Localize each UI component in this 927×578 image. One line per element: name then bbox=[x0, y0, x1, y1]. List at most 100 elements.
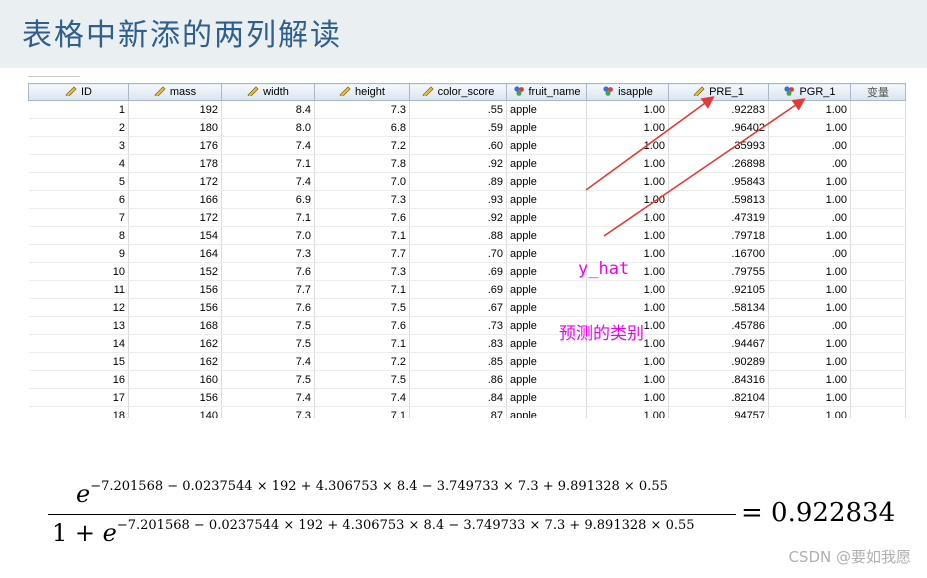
table-cell[interactable] bbox=[850, 118, 906, 137]
table-cell[interactable]: 7.5 bbox=[221, 316, 315, 335]
table-cell[interactable]: .73 bbox=[409, 316, 507, 335]
table-cell[interactable]: .60 bbox=[409, 136, 507, 155]
table-cell[interactable]: apple bbox=[506, 280, 587, 299]
table-cell[interactable] bbox=[850, 244, 906, 263]
table-cell[interactable]: 7.5 bbox=[314, 298, 410, 317]
table-cell[interactable]: apple bbox=[506, 208, 587, 227]
table-cell[interactable]: .94467 bbox=[668, 334, 769, 353]
table-cell[interactable]: 7.1 bbox=[221, 154, 315, 173]
table-cell[interactable]: 1.00 bbox=[768, 334, 851, 353]
table-cell[interactable]: 7.3 bbox=[314, 262, 410, 281]
table-cell[interactable]: 7.1 bbox=[221, 208, 315, 227]
table-cell[interactable]: .92 bbox=[409, 208, 507, 227]
table-cell[interactable]: 6.9 bbox=[221, 190, 315, 209]
table-cell[interactable]: 1.00 bbox=[768, 280, 851, 299]
table-cell[interactable]: 7.3 bbox=[314, 100, 410, 119]
table-cell[interactable] bbox=[850, 154, 906, 173]
table-cell[interactable]: 4 bbox=[28, 154, 129, 173]
table-cell[interactable]: .92283 bbox=[668, 100, 769, 119]
table-cell[interactable]: .45786 bbox=[668, 316, 769, 335]
table-cell[interactable] bbox=[850, 208, 906, 227]
table-cell[interactable]: 7.6 bbox=[314, 316, 410, 335]
table-cell[interactable]: .00 bbox=[768, 316, 851, 335]
table-cell[interactable]: 162 bbox=[128, 352, 222, 371]
table-cell[interactable]: 7.3 bbox=[221, 406, 315, 418]
table-cell[interactable]: .86 bbox=[409, 370, 507, 389]
table-cell[interactable]: .92105 bbox=[668, 280, 769, 299]
table-cell[interactable]: 172 bbox=[128, 172, 222, 191]
table-cell[interactable]: .96402 bbox=[668, 118, 769, 137]
table-cell[interactable]: 1.00 bbox=[768, 370, 851, 389]
table-cell[interactable]: 7.6 bbox=[221, 298, 315, 317]
table-cell[interactable] bbox=[850, 226, 906, 245]
table-cell[interactable]: 1.00 bbox=[768, 262, 851, 281]
table-cell[interactable]: 7.0 bbox=[221, 226, 315, 245]
table-cell[interactable]: apple bbox=[506, 370, 587, 389]
table-cell[interactable]: 192 bbox=[128, 100, 222, 119]
table-cell[interactable]: .93 bbox=[409, 190, 507, 209]
table-cell[interactable]: 1.00 bbox=[768, 388, 851, 407]
table-cell[interactable]: 5 bbox=[28, 172, 129, 191]
column-header-isapple[interactable]: isapple bbox=[586, 83, 669, 101]
table-cell[interactable]: .82104 bbox=[668, 388, 769, 407]
table-cell[interactable]: .00 bbox=[768, 136, 851, 155]
table-cell[interactable] bbox=[850, 388, 906, 407]
table-cell[interactable]: 1.00 bbox=[768, 172, 851, 191]
table-cell[interactable]: apple bbox=[506, 118, 587, 137]
table-cell[interactable]: .35993 bbox=[668, 136, 769, 155]
table-cell[interactable]: apple bbox=[506, 298, 587, 317]
table-cell[interactable] bbox=[850, 352, 906, 371]
table-cell[interactable]: 1.00 bbox=[768, 226, 851, 245]
table-cell[interactable]: 1.00 bbox=[586, 298, 669, 317]
table-cell[interactable]: 7.7 bbox=[221, 280, 315, 299]
table-cell[interactable]: 160 bbox=[128, 370, 222, 389]
table-cell[interactable]: .70 bbox=[409, 244, 507, 263]
table-cell[interactable]: apple bbox=[506, 100, 587, 119]
table-cell[interactable] bbox=[850, 316, 906, 335]
table-cell[interactable]: .69 bbox=[409, 262, 507, 281]
table-cell[interactable]: 1.00 bbox=[768, 100, 851, 119]
table-cell[interactable] bbox=[850, 100, 906, 119]
table-cell[interactable]: 18 bbox=[28, 406, 129, 418]
table-cell[interactable]: 166 bbox=[128, 190, 222, 209]
table-cell[interactable]: 1 bbox=[28, 100, 129, 119]
column-header-fruit-name[interactable]: fruit_name bbox=[506, 83, 587, 101]
table-cell[interactable]: 176 bbox=[128, 136, 222, 155]
table-cell[interactable]: 7.5 bbox=[221, 370, 315, 389]
table-cell[interactable]: 1.00 bbox=[586, 100, 669, 119]
table-cell[interactable]: 172 bbox=[128, 208, 222, 227]
table-cell[interactable]: .84316 bbox=[668, 370, 769, 389]
column-header-color-score[interactable]: color_score bbox=[409, 83, 507, 101]
table-cell[interactable]: 7.2 bbox=[314, 136, 410, 155]
table-cell[interactable] bbox=[850, 190, 906, 209]
table-cell[interactable]: .79718 bbox=[668, 226, 769, 245]
table-cell[interactable]: 7.1 bbox=[314, 226, 410, 245]
table-cell[interactable]: 11 bbox=[28, 280, 129, 299]
table-cell[interactable]: apple bbox=[506, 262, 587, 281]
table-cell[interactable] bbox=[850, 172, 906, 191]
table-cell[interactable]: .26898 bbox=[668, 154, 769, 173]
table-cell[interactable]: .00 bbox=[768, 208, 851, 227]
table-cell[interactable]: 1.00 bbox=[768, 352, 851, 371]
table-cell[interactable]: .87 bbox=[409, 406, 507, 418]
table-cell[interactable]: apple bbox=[506, 226, 587, 245]
table-cell[interactable]: 152 bbox=[128, 262, 222, 281]
table-cell[interactable]: .94757 bbox=[668, 406, 769, 418]
table-cell[interactable]: 7.4 bbox=[221, 352, 315, 371]
table-cell[interactable]: .84 bbox=[409, 388, 507, 407]
table-cell[interactable]: .95843 bbox=[668, 172, 769, 191]
table-cell[interactable] bbox=[850, 298, 906, 317]
table-cell[interactable]: 156 bbox=[128, 280, 222, 299]
table-cell[interactable]: 164 bbox=[128, 244, 222, 263]
table-cell[interactable] bbox=[850, 334, 906, 353]
table-cell[interactable]: 8 bbox=[28, 226, 129, 245]
table-cell[interactable]: 12 bbox=[28, 298, 129, 317]
table-cell[interactable]: 156 bbox=[128, 298, 222, 317]
table-cell[interactable]: apple bbox=[506, 244, 587, 263]
table-cell[interactable] bbox=[850, 262, 906, 281]
table-cell[interactable]: .69 bbox=[409, 280, 507, 299]
table-cell[interactable]: 1.00 bbox=[586, 226, 669, 245]
table-cell[interactable]: 7.4 bbox=[221, 388, 315, 407]
table-cell[interactable]: .16700 bbox=[668, 244, 769, 263]
table-cell[interactable]: 1.00 bbox=[586, 172, 669, 191]
